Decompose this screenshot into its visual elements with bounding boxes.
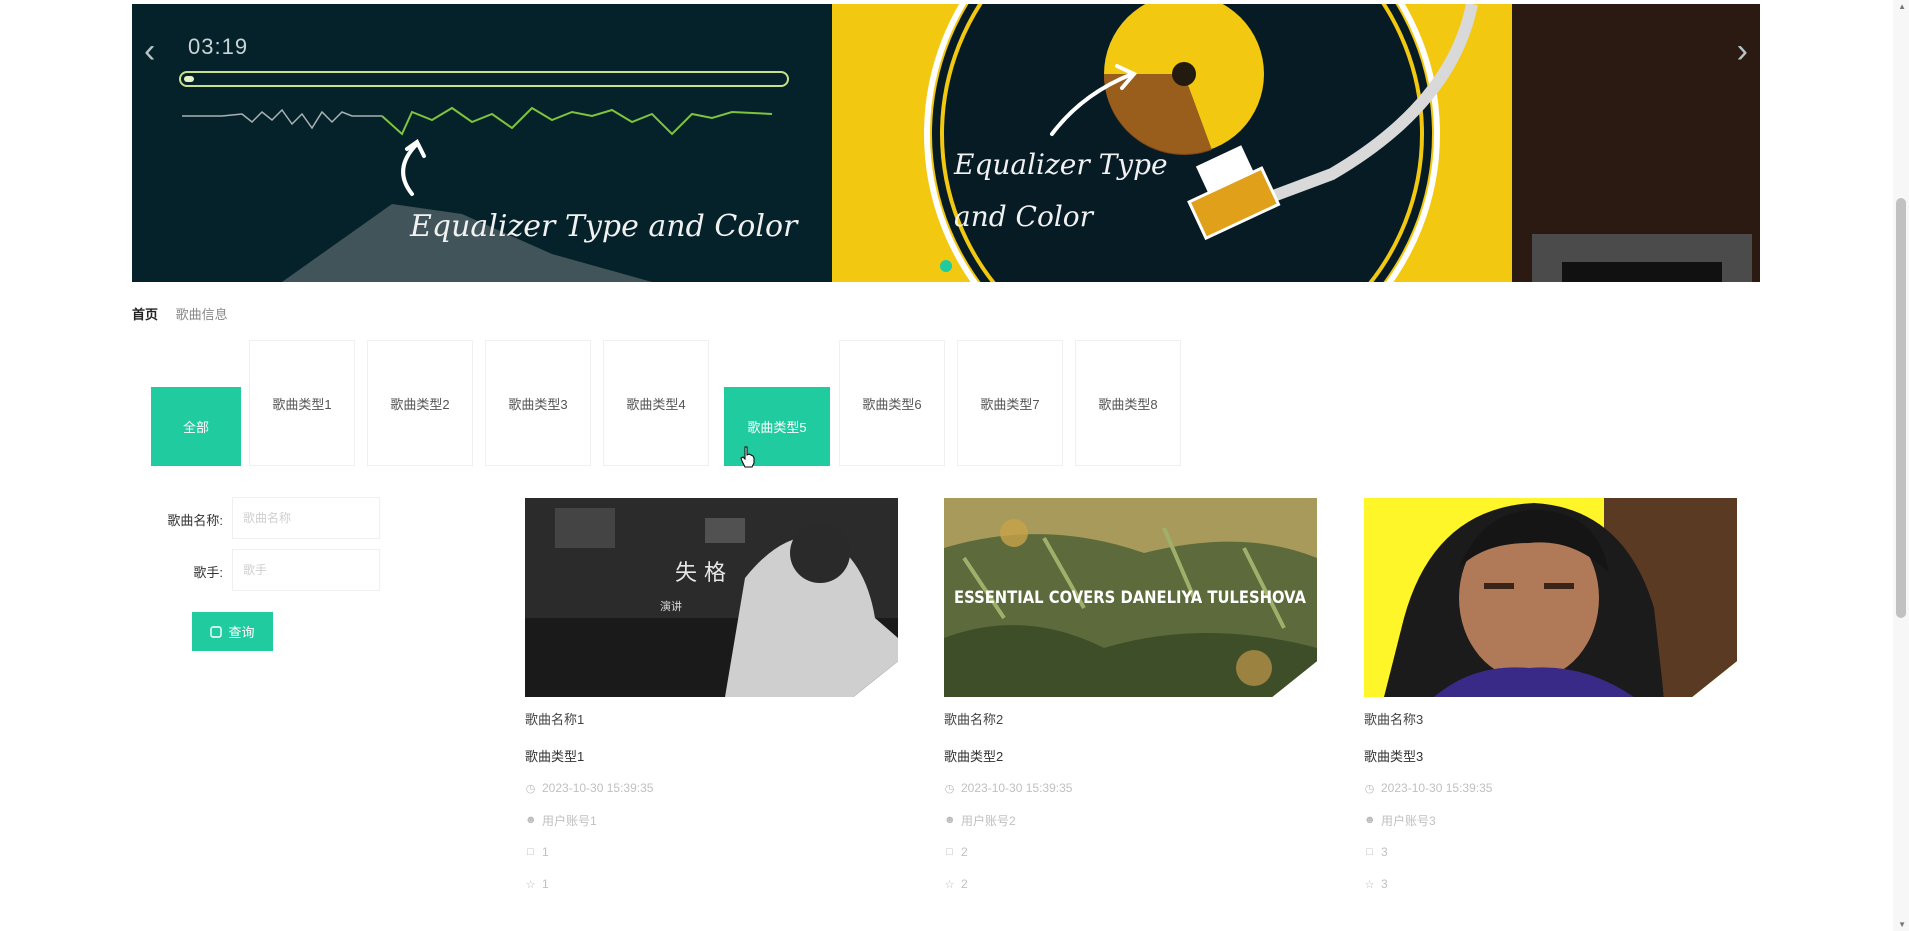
song-comments: □ 3 xyxy=(1364,843,1737,861)
song-comments-value: 3 xyxy=(1381,845,1388,859)
song-time-value: 2023-10-30 15:39:35 xyxy=(1381,781,1493,795)
search-button[interactable]: 查询 xyxy=(192,612,273,651)
clock-icon: ◷ xyxy=(525,782,536,795)
scroll-down-icon[interactable]: ▼ xyxy=(1898,920,1906,929)
user-icon: ☻ xyxy=(944,814,956,826)
star-icon: ☆ xyxy=(525,878,536,891)
star-icon: ☆ xyxy=(944,878,955,891)
song-time: ◷ 2023-10-30 15:39:35 xyxy=(525,779,898,797)
category-tabs: 全部 歌曲类型1 歌曲类型2 歌曲类型3 歌曲类型4 歌曲类型5 歌曲类型6 歌… xyxy=(151,340,1191,466)
song-comments-value: 1 xyxy=(542,845,549,859)
song-favorites: ☆ 2 xyxy=(944,875,1317,893)
tab-type-3[interactable]: 歌曲类型3 xyxy=(485,340,591,466)
song-time: ◷ 2023-10-30 15:39:35 xyxy=(944,779,1317,797)
song-type: 歌曲类型1 xyxy=(525,749,585,764)
svg-text:ESSENTIAL COVERS DANELIYA TULE: ESSENTIAL COVERS DANELIYA TULESHOVA xyxy=(954,588,1307,608)
song-card[interactable]: 失 格 演讲 歌曲名称1 歌曲类型1 ◷ 2023-10-30 15:39:35… xyxy=(525,498,898,893)
search-icon xyxy=(210,625,223,638)
breadcrumb-home[interactable]: 首页 xyxy=(132,307,158,322)
song-type: 歌曲类型3 xyxy=(1364,749,1424,764)
song-favorites: ☆ 1 xyxy=(525,875,898,893)
hand-cursor-icon xyxy=(740,446,755,468)
song-name-label: 歌曲名称: xyxy=(167,513,223,528)
page-scrollbar[interactable]: ▲ ▼ xyxy=(1893,0,1909,931)
song-comments: □ 2 xyxy=(944,843,1317,861)
search-button-label: 查询 xyxy=(228,625,255,640)
user-icon: ☻ xyxy=(525,814,537,826)
song-title[interactable]: 歌曲名称2 xyxy=(944,709,1317,728)
song-comments: □ 1 xyxy=(525,843,898,861)
song-user: ☻ 用户账号2 xyxy=(944,811,1317,829)
comment-icon: □ xyxy=(527,846,534,858)
svg-text:Equalizer Type: Equalizer Type xyxy=(953,148,1168,181)
song-favorites-value: 2 xyxy=(961,877,968,891)
song-favorites-value: 3 xyxy=(1381,877,1388,891)
user-icon: ☻ xyxy=(1364,814,1376,826)
singer-input[interactable] xyxy=(232,549,380,591)
clock-icon: ◷ xyxy=(1364,782,1375,795)
song-cover-image[interactable]: ESSENTIAL COVERS DANELIYA TULESHOVA xyxy=(944,498,1317,697)
playback-time: 03:19 xyxy=(188,34,249,59)
chevron-right-icon[interactable]: › xyxy=(1737,34,1748,68)
svg-text:Equalizer Type and Color: Equalizer Type and Color xyxy=(409,209,799,244)
comment-icon: □ xyxy=(1366,846,1373,858)
tab-all[interactable]: 全部 xyxy=(151,387,241,466)
song-time-value: 2023-10-30 15:39:35 xyxy=(542,781,654,795)
scrollbar-thumb[interactable] xyxy=(1896,198,1906,618)
breadcrumb-current: 歌曲信息 xyxy=(175,307,228,322)
tab-type-4[interactable]: 歌曲类型4 xyxy=(603,340,709,466)
song-name-input[interactable] xyxy=(232,497,380,539)
song-type: 歌曲类型2 xyxy=(944,749,1004,764)
song-card[interactable]: 歌曲名称3 歌曲类型3 ◷ 2023-10-30 15:39:35 ☻ 用户账号… xyxy=(1364,498,1737,893)
banner-artwork: Equalizer Type and Color Equalizer Type … xyxy=(132,4,1760,282)
song-time: ◷ 2023-10-30 15:39:35 xyxy=(1364,779,1737,797)
song-favorites-value: 1 xyxy=(542,877,549,891)
song-user: ☻ 用户账号1 xyxy=(525,811,898,829)
svg-text:演讲: 演讲 xyxy=(660,599,682,613)
hero-banner: Equalizer Type and Color Equalizer Type … xyxy=(132,4,1760,282)
song-cover-image[interactable]: 失 格 演讲 xyxy=(525,498,898,697)
breadcrumb: 首页 歌曲信息 xyxy=(132,304,242,323)
song-card[interactable]: ESSENTIAL COVERS DANELIYA TULESHOVA 歌曲名称… xyxy=(944,498,1317,893)
tab-type-7[interactable]: 歌曲类型7 xyxy=(957,340,1063,466)
clock-icon: ◷ xyxy=(944,782,955,795)
song-user: ☻ 用户账号3 xyxy=(1364,811,1737,829)
scroll-up-icon[interactable]: ▲ xyxy=(1898,2,1906,11)
svg-text:失 格: 失 格 xyxy=(675,561,726,586)
comment-icon: □ xyxy=(946,846,953,858)
chevron-left-icon[interactable]: ‹ xyxy=(144,34,155,68)
singer-label: 歌手: xyxy=(193,565,223,580)
song-user-value: 用户账号3 xyxy=(1381,813,1436,828)
song-favorites: ☆ 3 xyxy=(1364,875,1737,893)
song-user-value: 用户账号1 xyxy=(542,813,597,828)
tab-type-8[interactable]: 歌曲类型8 xyxy=(1075,340,1181,466)
song-comments-value: 2 xyxy=(961,845,968,859)
song-title[interactable]: 歌曲名称3 xyxy=(1364,709,1737,728)
star-icon: ☆ xyxy=(1364,878,1375,891)
song-time-value: 2023-10-30 15:39:35 xyxy=(961,781,1073,795)
tab-type-2[interactable]: 歌曲类型2 xyxy=(367,340,473,466)
song-user-value: 用户账号2 xyxy=(961,813,1016,828)
tab-type-1[interactable]: 歌曲类型1 xyxy=(249,340,355,466)
svg-text:and Color: and Color xyxy=(954,200,1095,233)
song-title[interactable]: 歌曲名称1 xyxy=(525,709,898,728)
tab-type-6[interactable]: 歌曲类型6 xyxy=(839,340,945,466)
song-cover-image[interactable] xyxy=(1364,498,1737,697)
